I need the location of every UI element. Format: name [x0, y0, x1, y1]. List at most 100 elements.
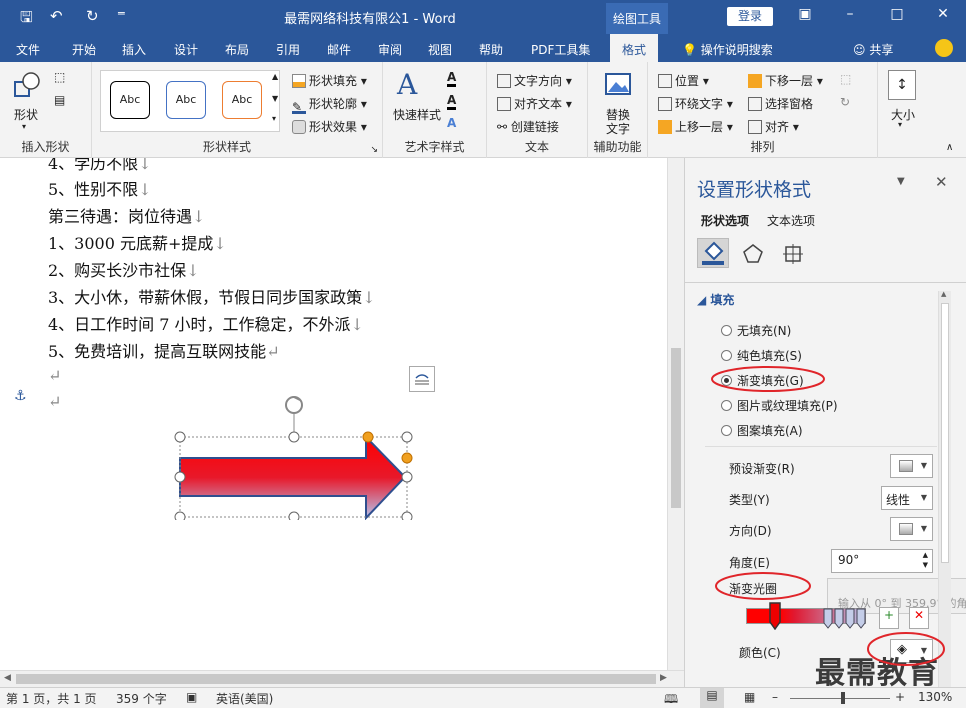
web-layout-icon[interactable]: ▦ — [744, 690, 755, 704]
close-button[interactable]: ✕ — [928, 6, 958, 28]
read-mode-icon[interactable]: 🕮 — [664, 690, 678, 708]
collapse-ribbon-icon[interactable]: ∧ — [946, 142, 953, 153]
document-vertical-scrollbar[interactable] — [667, 158, 684, 670]
section-fill-header[interactable]: ◢ 填充 — [697, 291, 734, 308]
scroll-thumb[interactable] — [16, 674, 656, 684]
gallery-more-icon[interactable]: ▾ — [272, 114, 276, 123]
feedback-smiley-icon[interactable] — [935, 39, 953, 57]
shape-fill-button[interactable]: 形状填充 ▾ — [292, 72, 367, 89]
scroll-up-icon[interactable]: ▲ — [941, 290, 946, 298]
style-sample-orange[interactable]: Abc — [222, 81, 262, 119]
align-button[interactable]: 对齐 ▾ — [748, 118, 799, 135]
fill-option-pattern[interactable]: 图案填充(A) — [721, 422, 803, 439]
fill-option-none[interactable]: 无填充(N) — [721, 322, 791, 339]
align-text-button[interactable]: 对齐文本 ▾ — [497, 95, 572, 112]
tab-format[interactable]: 格式 — [610, 34, 659, 62]
edit-shape-icon[interactable]: ⬚ — [54, 70, 65, 84]
maximize-button[interactable]: □ — [882, 6, 912, 28]
effects-pentagon-icon[interactable] — [741, 242, 765, 266]
login-button[interactable]: 登录 — [727, 7, 773, 26]
tab-text-options[interactable]: 文本选项 — [767, 212, 815, 229]
text-fill-icon[interactable]: A — [447, 70, 457, 87]
gradient-angle-input[interactable]: 90° ▲ ▼ — [831, 549, 933, 573]
tab-view[interactable]: 视图 — [428, 41, 452, 58]
language[interactable]: 英语(美国) — [216, 690, 273, 707]
fill-option-solid[interactable]: 纯色填充(S) — [721, 347, 802, 364]
tab-help[interactable]: 帮助 — [479, 41, 503, 58]
shape-effects-button[interactable]: 形状效果 ▾ — [292, 118, 367, 135]
ribbon-display-options-icon[interactable]: ▣ — [790, 6, 820, 28]
pane-close-icon[interactable]: ✕ — [935, 173, 948, 191]
zoom-slider[interactable] — [790, 698, 890, 699]
pane-scrollbar[interactable]: ▲ — [938, 290, 951, 687]
print-layout-icon[interactable]: ▤ — [700, 688, 724, 708]
zoom-slider-thumb[interactable] — [841, 692, 845, 704]
send-backward-button[interactable]: 下移一层 ▾ — [748, 72, 823, 89]
zoom-level[interactable]: 130% — [918, 690, 952, 704]
tab-references[interactable]: 引用 — [276, 41, 300, 58]
wrap-text-button[interactable]: 环绕文字 ▾ — [658, 95, 733, 112]
remove-gradient-stop-icon[interactable]: ✕ — [909, 607, 929, 629]
gradient-stop-selected[interactable] — [769, 602, 781, 630]
alt-text-label-2[interactable]: 文字 — [606, 120, 630, 137]
preset-gradient-dropdown[interactable]: ▼ — [890, 454, 933, 478]
style-sample-blue[interactable]: Abc — [166, 81, 206, 119]
tab-shape-options[interactable]: 形状选项 — [701, 212, 749, 229]
scroll-thumb[interactable] — [941, 303, 949, 563]
tab-mailings[interactable]: 邮件 — [327, 41, 351, 58]
text-box-icon[interactable]: ▤ — [54, 93, 65, 107]
page-count[interactable]: 第 1 页，共 1 页 — [6, 690, 97, 707]
shapes-button[interactable]: 形状 — [14, 106, 38, 123]
scroll-left-icon[interactable]: ◀ — [4, 673, 11, 683]
fill-option-gradient[interactable]: 渐变填充(G) — [721, 372, 804, 389]
gallery-scroll-up-icon[interactable]: ▲ — [272, 72, 278, 81]
proofing-icon[interactable]: ▣ — [186, 690, 197, 704]
bring-forward-button[interactable]: 上移一层 ▾ — [658, 118, 733, 135]
rotate-handle-icon[interactable] — [285, 396, 303, 414]
scroll-thumb[interactable] — [671, 348, 681, 508]
zoom-out-icon[interactable]: – — [772, 690, 778, 704]
tab-review[interactable]: 审阅 — [378, 41, 402, 58]
shape-outline-button[interactable]: ✎ 形状轮廓 ▾ — [292, 95, 367, 114]
group-label-shape-styles: 形状样式 — [203, 140, 252, 154]
size-properties-icon[interactable] — [781, 242, 805, 266]
tab-file[interactable]: 文件 — [16, 41, 40, 58]
gradient-direction-dropdown[interactable]: ▼ — [890, 517, 933, 541]
scroll-right-icon[interactable]: ▶ — [660, 673, 667, 683]
tell-me-search[interactable]: 💡 操作说明搜索 — [682, 41, 773, 58]
selected-arrow-shape[interactable] — [168, 390, 424, 520]
pane-options-icon[interactable]: ▼ — [897, 176, 905, 187]
quick-styles-button[interactable]: 快速样式 — [393, 106, 441, 123]
tab-pdf-tools[interactable]: PDF工具集 — [531, 41, 590, 58]
size-button[interactable]: 大小 — [891, 106, 915, 123]
share-button[interactable]: ☺ 共享 — [853, 41, 893, 58]
word-count[interactable]: 359 个字 — [116, 690, 167, 707]
style-sample-black[interactable]: Abc — [110, 81, 150, 119]
text-effects-icon[interactable]: A — [447, 116, 456, 130]
tab-home[interactable]: 开始 — [72, 41, 96, 58]
document-horizontal-scrollbar[interactable]: ◀ ▶ — [0, 670, 684, 687]
gradient-type-dropdown[interactable]: 线性 ▼ — [881, 486, 933, 510]
spinner-icon[interactable]: ▲ ▼ — [923, 550, 928, 570]
minimize-button[interactable]: – — [835, 6, 865, 28]
fill-line-category[interactable] — [697, 238, 729, 268]
tab-layout[interactable]: 布局 — [225, 41, 249, 58]
create-link-button[interactable]: ⚯ 创建链接 — [497, 118, 559, 135]
position-button[interactable]: 位置 ▾ — [658, 72, 709, 89]
gradient-stops-group[interactable] — [823, 608, 869, 630]
tab-design[interactable]: 设计 — [174, 41, 198, 58]
fill-option-picture[interactable]: 图片或纹理填充(P) — [721, 397, 838, 414]
add-gradient-stop-icon[interactable]: + — [879, 607, 899, 629]
layout-options-button[interactable] — [409, 366, 435, 392]
text-outline-icon[interactable]: A — [447, 93, 457, 110]
rotate-icon[interactable]: ↻ — [840, 95, 850, 109]
zoom-in-icon[interactable]: + — [895, 690, 905, 704]
text-direction-button[interactable]: 文字方向 ▾ — [497, 72, 572, 89]
dialog-launcher-icon[interactable]: ↘ — [370, 145, 378, 155]
group-objects-icon[interactable]: ⬚ — [840, 72, 851, 86]
gallery-scroll-down-icon[interactable]: ▼ — [272, 94, 278, 103]
document-canvas[interactable]: 4、学历不限↓ 5、性别不限↓ 第三待遇：岗位待遇↓ 1、3000 元底薪+提成… — [0, 158, 667, 670]
selection-pane-button[interactable]: 选择窗格 — [748, 95, 813, 112]
tab-insert[interactable]: 插入 — [122, 41, 146, 58]
wrap-text-icon — [658, 97, 672, 111]
